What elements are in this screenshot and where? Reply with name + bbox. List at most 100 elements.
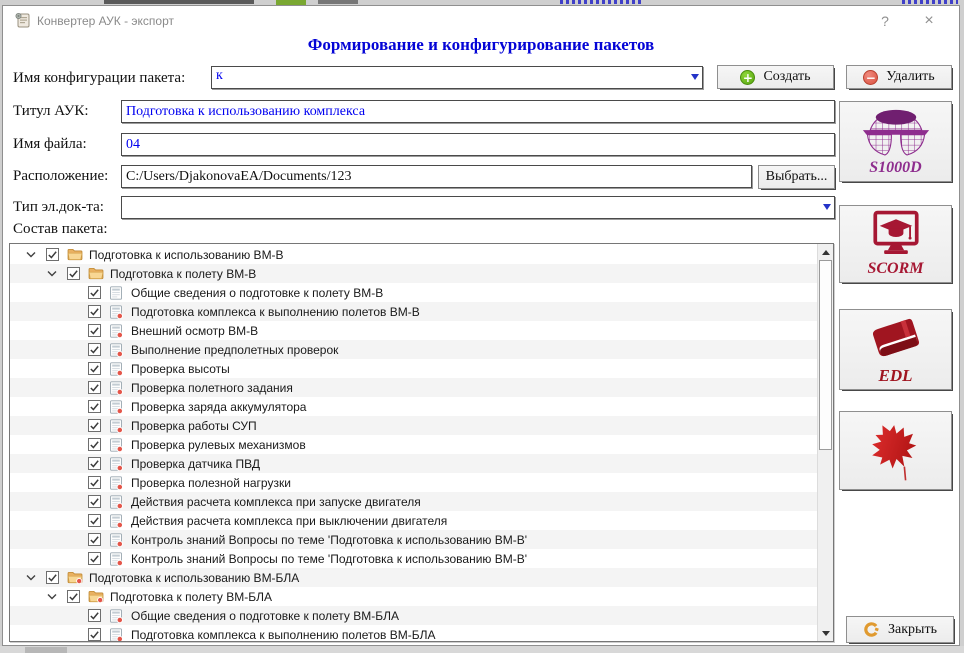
checkbox-checked[interactable] xyxy=(67,590,80,603)
checkbox-checked[interactable] xyxy=(88,495,101,508)
scorm-label: SCORM xyxy=(867,260,923,278)
checkbox-checked[interactable] xyxy=(88,533,101,546)
tree-item-label: Общие сведения о подготовке к полету ВМ-… xyxy=(131,286,383,300)
export-maple-button[interactable] xyxy=(839,411,952,490)
tree-row[interactable]: Контроль знаний Вопросы по теме 'Подгото… xyxy=(10,530,817,549)
checkbox-checked[interactable] xyxy=(88,362,101,375)
tree-row[interactable]: Проверка датчика ПВД xyxy=(10,454,817,473)
export-s1000d-button[interactable]: S1000D xyxy=(839,101,952,182)
browse-button-label: Выбрать... xyxy=(766,169,828,185)
tree-row[interactable]: Проверка полезной нагрузки xyxy=(10,473,817,492)
maple-leaf-icon xyxy=(857,418,935,484)
tree-row[interactable]: Контроль знаний Вопросы по теме 'Подгото… xyxy=(10,549,817,568)
checkbox-checked[interactable] xyxy=(88,628,101,641)
tree-item-label: Контроль знаний Вопросы по теме 'Подгото… xyxy=(131,552,527,566)
tree-row[interactable]: Внешний осмотр ВМ-В xyxy=(10,321,817,340)
delete-button[interactable]: − Удалить xyxy=(846,65,952,89)
chevron-down-icon[interactable] xyxy=(823,204,831,210)
tree-row[interactable]: Выполнение предполетных проверок xyxy=(10,340,817,359)
document-icon xyxy=(109,362,126,376)
checkbox-checked[interactable] xyxy=(88,514,101,527)
tree-item-label: Проверка полезной нагрузки xyxy=(131,476,291,490)
checkbox-checked[interactable] xyxy=(88,419,101,432)
checkbox-checked[interactable] xyxy=(67,267,80,280)
background-text-fragment xyxy=(318,0,358,4)
browse-button[interactable]: Выбрать... xyxy=(758,165,835,189)
chevron-down-icon[interactable] xyxy=(47,269,67,278)
folder-icon xyxy=(67,571,84,584)
file-name-input[interactable] xyxy=(121,133,835,156)
document-icon xyxy=(109,305,126,319)
tree-row[interactable]: Проверка работы СУП xyxy=(10,416,817,435)
checkbox-checked[interactable] xyxy=(88,476,101,489)
package-contents-tree[interactable]: Подготовка к использованию ВМ-В Подготовк… xyxy=(9,243,834,642)
plus-circle-icon: + xyxy=(740,70,755,85)
checkbox-checked[interactable] xyxy=(88,438,101,451)
chevron-down-icon[interactable] xyxy=(26,573,46,582)
checkbox-checked[interactable] xyxy=(88,552,101,565)
config-name-combobox[interactable]: к xyxy=(211,66,703,89)
tree-item-label: Выполнение предполетных проверок xyxy=(131,343,338,357)
close-window-button[interactable]: × xyxy=(917,12,941,30)
location-input[interactable] xyxy=(121,165,752,188)
tree-row[interactable]: Подготовка к использованию ВМ-В xyxy=(10,245,817,264)
tree-row[interactable]: Подготовка к полету ВМ-В xyxy=(10,264,817,283)
background-blue-fragment xyxy=(902,0,958,4)
help-button[interactable]: ? xyxy=(873,12,897,30)
background-text-fragment xyxy=(104,0,254,4)
document-icon xyxy=(109,286,126,300)
tree-item-label: Внешний осмотр ВМ-В xyxy=(131,324,258,338)
tree-item-label: Общие сведения о подготовке к полету ВМ-… xyxy=(131,609,399,623)
tree-row[interactable]: Подготовка комплекса к выполнению полето… xyxy=(10,302,817,321)
tree-scrollbar[interactable] xyxy=(817,244,833,641)
checkbox-checked[interactable] xyxy=(88,381,101,394)
tree-row[interactable]: Действия расчета комплекса при запуске д… xyxy=(10,492,817,511)
tree-row[interactable]: Проверка высоты xyxy=(10,359,817,378)
export-scorm-button[interactable]: SCORM xyxy=(839,205,952,283)
checkbox-checked[interactable] xyxy=(88,286,101,299)
tree-row[interactable]: Подготовка комплекса к выполнению полето… xyxy=(10,625,817,642)
chevron-down-icon[interactable] xyxy=(47,592,67,601)
checkbox-checked[interactable] xyxy=(88,457,101,470)
tree-row[interactable]: Проверка рулевых механизмов xyxy=(10,435,817,454)
chevron-down-icon[interactable] xyxy=(691,74,699,80)
scrollbar-thumb[interactable] xyxy=(819,260,832,450)
tree-item-label: Подготовка к полету ВМ-В xyxy=(110,267,256,281)
checkbox-checked[interactable] xyxy=(88,400,101,413)
tree-row[interactable]: Общие сведения о подготовке к полету ВМ-… xyxy=(10,283,817,302)
tree-item-label: Действия расчета комплекса при выключени… xyxy=(131,514,447,528)
checkbox-checked[interactable] xyxy=(46,248,59,261)
document-icon xyxy=(109,514,126,528)
tree-row[interactable]: Подготовка к использованию ВМ-БЛА xyxy=(10,568,817,587)
checkbox-checked[interactable] xyxy=(88,324,101,337)
auk-title-input[interactable] xyxy=(121,100,835,123)
document-icon xyxy=(109,552,126,566)
chevron-down-icon[interactable] xyxy=(26,250,46,259)
tree-row[interactable]: Общие сведения о подготовке к полету ВМ-… xyxy=(10,606,817,625)
document-icon xyxy=(109,381,126,395)
tree-item-label: Подготовка к использованию ВМ-БЛА xyxy=(89,571,299,585)
app-icon xyxy=(15,12,31,28)
tree-row[interactable]: Подготовка к полету ВМ-БЛА xyxy=(10,587,817,606)
edl-label: EDL xyxy=(879,366,913,386)
tree-row[interactable]: Действия расчета комплекса при выключени… xyxy=(10,511,817,530)
delete-button-label: Удалить xyxy=(886,69,934,85)
checkbox-checked[interactable] xyxy=(88,343,101,356)
scrollbar-up-arrow-icon[interactable] xyxy=(818,244,833,260)
checkbox-checked[interactable] xyxy=(88,305,101,318)
export-edl-button[interactable]: EDL xyxy=(839,309,952,390)
file-name-label: Имя файла: xyxy=(13,136,87,153)
create-button[interactable]: + Создать xyxy=(717,65,834,89)
background-window-sliver-bottom xyxy=(0,646,964,653)
tree-item-label: Подготовка к полету ВМ-БЛА xyxy=(110,590,272,604)
page-title: Формирование и конфигурирование пакетов xyxy=(3,35,959,55)
checkbox-checked[interactable] xyxy=(46,571,59,584)
close-button[interactable]: Закрыть xyxy=(846,616,954,643)
checkbox-checked[interactable] xyxy=(88,609,101,622)
tree-row[interactable]: Проверка заряда аккумулятора xyxy=(10,397,817,416)
tree-row[interactable]: Проверка полетного задания xyxy=(10,378,817,397)
doc-type-combobox[interactable] xyxy=(121,196,835,219)
background-blue-fragment xyxy=(560,0,644,4)
scrollbar-down-arrow-icon[interactable] xyxy=(818,625,833,641)
document-icon xyxy=(109,400,126,414)
